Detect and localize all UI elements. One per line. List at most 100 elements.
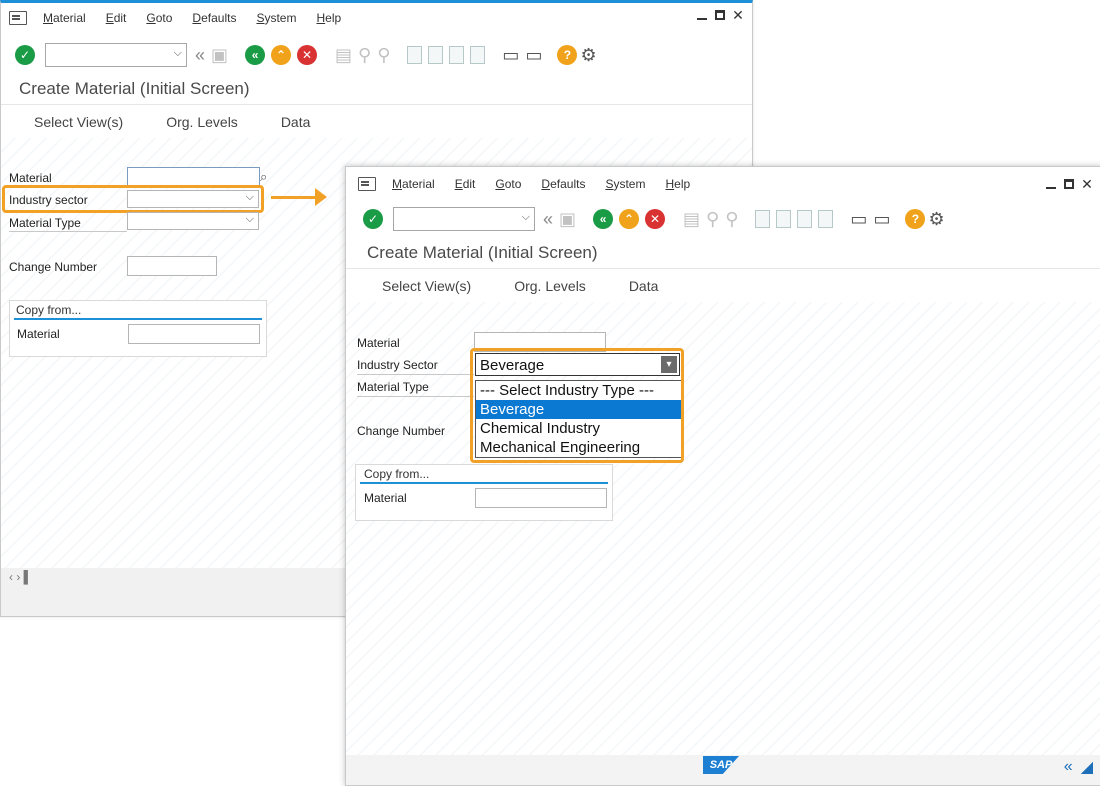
- double-chevron-left-icon[interactable]: «: [195, 45, 205, 66]
- copy-from-title: Copy from...: [364, 467, 430, 481]
- command-field[interactable]: ⌵: [45, 43, 187, 67]
- data-button[interactable]: Data: [281, 114, 311, 130]
- menu-goto[interactable]: Goto: [146, 11, 172, 25]
- industry-sector-label: Industry Sector: [357, 358, 438, 372]
- find-icon[interactable]: ⚲: [706, 209, 719, 230]
- resize-triangle-icon[interactable]: ◢: [1081, 757, 1093, 777]
- find-icon[interactable]: ⚲: [358, 45, 371, 66]
- exit-icon[interactable]: ⌃: [619, 209, 640, 229]
- material-input[interactable]: [127, 167, 260, 187]
- select-views-button[interactable]: Select View(s): [34, 114, 123, 130]
- copy-material-label: Material: [17, 327, 60, 341]
- create-session-icon[interactable]: ▭: [502, 45, 519, 66]
- menu-system[interactable]: System: [605, 177, 645, 191]
- window-controls: ✕: [1045, 177, 1093, 191]
- settings-gear-icon[interactable]: ⚙: [580, 45, 596, 66]
- search-help-icon[interactable]: ⌕: [260, 169, 267, 185]
- minimize-icon[interactable]: [696, 9, 708, 21]
- save-icon[interactable]: ▣: [559, 209, 576, 230]
- copy-material-label: Material: [364, 491, 407, 505]
- next-page-icon[interactable]: [797, 210, 813, 228]
- previous-page-icon[interactable]: [428, 46, 444, 64]
- sap-window-foreground: Material Edit Goto Defaults System Help …: [345, 166, 1100, 786]
- print-icon[interactable]: ▤: [335, 45, 352, 66]
- close-icon[interactable]: ✕: [732, 8, 744, 22]
- menu-edit[interactable]: Edit: [106, 11, 127, 25]
- chevron-down-icon: ⌵: [245, 213, 254, 225]
- first-page-icon[interactable]: [755, 210, 771, 228]
- menu-icon[interactable]: [358, 177, 376, 191]
- minimize-icon[interactable]: [1045, 178, 1057, 190]
- chevron-down-icon: ⌵: [521, 211, 530, 223]
- maximize-icon[interactable]: [714, 9, 726, 21]
- menu-defaults[interactable]: Defaults: [541, 177, 585, 191]
- maximize-icon[interactable]: [1063, 178, 1075, 190]
- divider: [357, 374, 474, 375]
- double-chevron-left-icon[interactable]: «: [543, 209, 553, 230]
- industry-sector-highlight: [2, 185, 264, 213]
- shortcut-icon[interactable]: ▭: [525, 45, 542, 66]
- page-title: Create Material (Initial Screen): [367, 243, 598, 262]
- back-icon[interactable]: «: [593, 209, 614, 229]
- material-label: Material: [9, 171, 52, 185]
- material-type-dropdown[interactable]: ⌵: [127, 212, 259, 230]
- screen-content: Material Industry Sector Material Type C…: [346, 302, 1100, 755]
- dropdown-highlight: [470, 348, 684, 463]
- enter-icon[interactable]: ✓: [363, 209, 383, 229]
- next-page-icon[interactable]: [449, 46, 465, 64]
- change-number-input[interactable]: [127, 256, 217, 276]
- enter-icon[interactable]: ✓: [15, 45, 35, 65]
- toolbar: ✓ ⌵ « ▣ « ⌃ ✕ ▤ ⚲ ⚲ ▭ ▭ ? ⚙: [1, 36, 752, 74]
- print-icon[interactable]: ▤: [683, 209, 700, 230]
- toolbar: ✓ ⌵ « ▣ « ⌃ ✕ ▤ ⚲ ⚲ ▭ ▭ ? ⚙: [346, 200, 1100, 238]
- material-type-label: Material Type: [357, 380, 429, 394]
- shortcut-icon[interactable]: ▭: [873, 209, 890, 230]
- last-page-icon[interactable]: [818, 210, 834, 228]
- application-toolbar: Select View(s) Org. Levels Data: [1, 104, 752, 140]
- menu-help[interactable]: Help: [665, 177, 690, 191]
- status-controls: « ◢: [1064, 757, 1093, 777]
- save-icon[interactable]: ▣: [211, 45, 228, 66]
- change-number-label: Change Number: [357, 424, 446, 438]
- arrow-connector: [271, 196, 317, 199]
- menu-goto[interactable]: Goto: [495, 177, 521, 191]
- create-session-icon[interactable]: ▭: [850, 209, 867, 230]
- copy-material-input[interactable]: [475, 488, 607, 508]
- copy-material-input[interactable]: [128, 324, 260, 344]
- cancel-icon[interactable]: ✕: [645, 209, 666, 229]
- copy-from-group: Copy from... Material: [9, 300, 267, 357]
- menu-defaults[interactable]: Defaults: [192, 11, 236, 25]
- find-next-icon[interactable]: ⚲: [725, 209, 738, 230]
- group-divider: [360, 482, 608, 484]
- menu-bar: Material Edit Goto Defaults System Help …: [1, 3, 752, 33]
- help-icon[interactable]: ?: [557, 45, 578, 65]
- last-page-icon[interactable]: [470, 46, 486, 64]
- org-levels-button[interactable]: Org. Levels: [166, 114, 238, 130]
- data-button[interactable]: Data: [629, 278, 659, 294]
- menu-system[interactable]: System: [256, 11, 296, 25]
- change-number-label: Change Number: [9, 260, 98, 274]
- divider: [9, 231, 127, 232]
- double-chevron-left-icon[interactable]: «: [1064, 758, 1073, 776]
- menu-help[interactable]: Help: [316, 11, 341, 25]
- org-levels-button[interactable]: Org. Levels: [514, 278, 586, 294]
- menu-icon[interactable]: [9, 11, 27, 25]
- menu-material[interactable]: Material: [392, 177, 435, 191]
- exit-icon[interactable]: ⌃: [271, 45, 292, 65]
- close-icon[interactable]: ✕: [1081, 177, 1093, 191]
- back-icon[interactable]: «: [245, 45, 266, 65]
- previous-page-icon[interactable]: [776, 210, 792, 228]
- page-title: Create Material (Initial Screen): [19, 79, 250, 98]
- menu-material[interactable]: Material: [43, 11, 86, 25]
- cancel-icon[interactable]: ✕: [297, 45, 318, 65]
- chevron-down-icon: ⌵: [173, 47, 182, 59]
- menu-edit[interactable]: Edit: [455, 177, 476, 191]
- group-divider: [14, 318, 262, 320]
- settings-gear-icon[interactable]: ⚙: [928, 209, 944, 230]
- first-page-icon[interactable]: [407, 46, 423, 64]
- select-views-button[interactable]: Select View(s): [382, 278, 471, 294]
- command-field[interactable]: ⌵: [393, 207, 535, 231]
- copy-from-group: Copy from... Material: [355, 464, 613, 521]
- help-icon[interactable]: ?: [905, 209, 926, 229]
- find-next-icon[interactable]: ⚲: [377, 45, 390, 66]
